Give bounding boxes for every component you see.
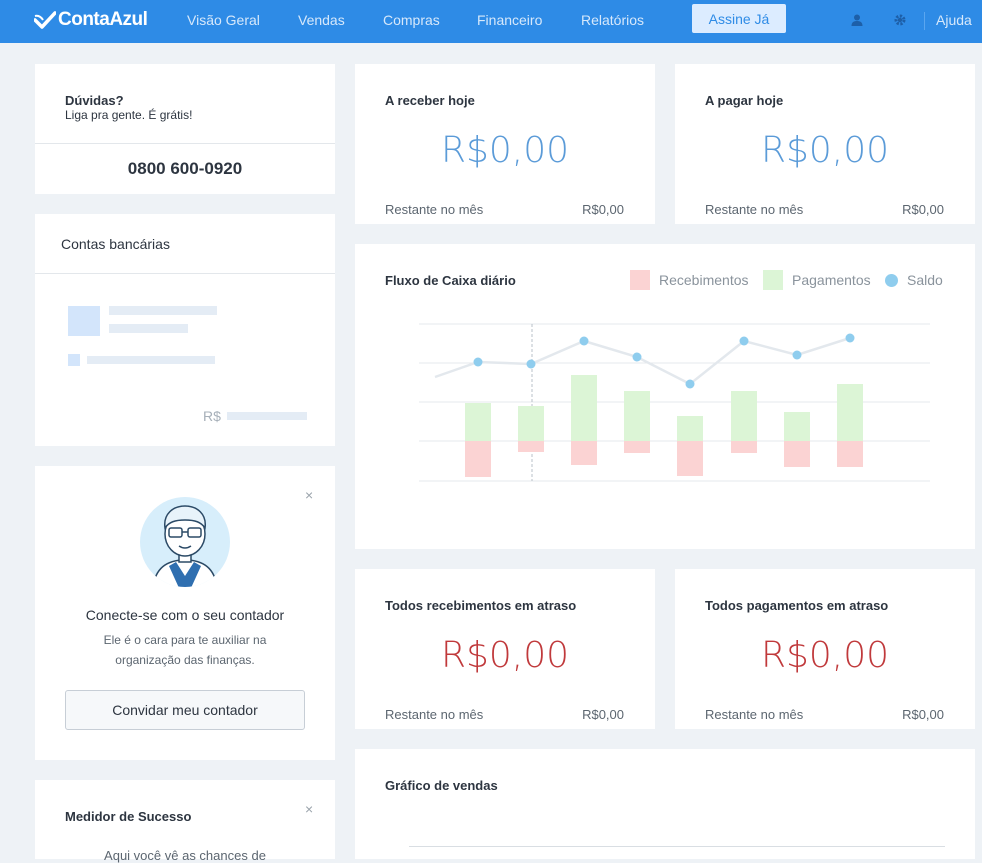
bar-payments[interactable]: [518, 406, 544, 441]
sales-chart-title: Gráfico de vendas: [385, 778, 498, 793]
bar-receipts[interactable]: [837, 441, 863, 467]
balance-point[interactable]: [739, 336, 749, 346]
receivable-overdue-amount: R$0,00: [440, 635, 570, 676]
nav-financeiro[interactable]: Financeiro: [477, 12, 542, 28]
checkmark-logo-icon: [34, 11, 56, 29]
account-placeholder-line: [109, 306, 217, 315]
account-balance-placeholder: [227, 412, 307, 420]
balance-point[interactable]: [632, 352, 642, 362]
nav-compras[interactable]: Compras: [383, 12, 440, 28]
receivable-today-footer-label: Restante no mês: [385, 202, 484, 217]
nav-visao-geral[interactable]: Visão Geral: [187, 12, 260, 28]
nav-relatorios[interactable]: Relatórios: [581, 12, 644, 28]
receivable-overdue-footer-label: Restante no mês: [385, 707, 484, 722]
subscribe-button[interactable]: Assine Já: [692, 4, 786, 33]
contaazul-logo[interactable]: ContaAzul: [34, 8, 148, 32]
bar-payments[interactable]: [624, 391, 650, 441]
receivable-today-footer-value: R$0,00: [582, 202, 624, 217]
accountant-card: × Conecte-se com o seu contador Ele é o …: [35, 466, 335, 760]
support-subtitle: Liga pra gente. É grátis!: [65, 108, 193, 122]
payable-overdue-title: Todos pagamentos em atraso: [705, 598, 889, 613]
bar-payments[interactable]: [571, 375, 597, 441]
payable-today-amount: R$0,00: [760, 130, 890, 171]
payable-overdue-footer-label: Restante no mês: [705, 707, 804, 722]
bar-receipts[interactable]: [518, 441, 544, 452]
payable-today-footer-value: R$0,00: [902, 202, 944, 217]
support-card: Dúvidas? Liga pra gente. É grátis! 0800 …: [35, 64, 335, 194]
accountant-title: Conecte-se com o seu contador: [85, 607, 285, 623]
account-placeholder-line: [87, 356, 215, 364]
accountant-avatar-icon: [140, 497, 230, 587]
payable-today-title: A pagar hoje: [705, 93, 784, 108]
receivable-today-title: A receber hoje: [385, 93, 475, 108]
sales-chart-card: Gráfico de vendas: [355, 749, 975, 859]
success-meter-text: Aqui você vê as chances de: [104, 848, 266, 863]
receivable-today-card: A receber hoje R$0,00 Restante no mês R$…: [355, 64, 655, 224]
cashflow-card: Fluxo de Caixa diário Recebimentos Pagam…: [355, 244, 975, 549]
account-placeholder-line: [109, 324, 188, 333]
close-icon[interactable]: ×: [305, 801, 313, 817]
balance-point[interactable]: [526, 359, 536, 369]
support-phone[interactable]: 0800 600-0920: [35, 159, 335, 179]
receivable-overdue-card: Todos recebimentos em atraso R$0,00 Rest…: [355, 569, 655, 729]
bar-payments[interactable]: [784, 412, 810, 441]
top-navigation-bar: ContaAzul Visão Geral Vendas Compras Fin…: [0, 0, 982, 43]
bar-receipts[interactable]: [784, 441, 810, 467]
account-placeholder-icon: [68, 306, 100, 336]
bar-receipts[interactable]: [624, 441, 650, 453]
balance-point[interactable]: [792, 350, 802, 360]
balance-point[interactable]: [845, 333, 855, 343]
bar-payments[interactable]: [677, 416, 703, 441]
balance-point[interactable]: [685, 379, 695, 389]
bar-receipts[interactable]: [571, 441, 597, 465]
bar-receipts[interactable]: [465, 441, 491, 477]
success-meter-card: × Medidor de Sucesso Aqui você vê as cha…: [35, 780, 335, 863]
payable-overdue-card: Todos pagamentos em atraso R$0,00 Restan…: [675, 569, 975, 729]
bank-accounts-divider: [35, 273, 335, 274]
close-icon[interactable]: ×: [305, 487, 313, 503]
balance-line: [434, 336, 851, 386]
payable-today-card: A pagar hoje R$0,00 Restante no mês R$0,…: [675, 64, 975, 224]
user-icon[interactable]: [850, 13, 864, 27]
gear-icon[interactable]: [893, 13, 907, 27]
payable-overdue-amount: R$0,00: [760, 635, 890, 676]
support-title: Dúvidas?: [65, 93, 124, 108]
bar-receipts[interactable]: [731, 441, 757, 453]
success-meter-title: Medidor de Sucesso: [65, 809, 192, 824]
bank-accounts-title: Contas bancárias: [61, 236, 170, 252]
receivable-today-amount: R$0,00: [440, 130, 570, 171]
nav-vendas[interactable]: Vendas: [298, 12, 345, 28]
bar-receipts[interactable]: [677, 441, 703, 476]
receivable-overdue-title: Todos recebimentos em atraso: [385, 598, 577, 613]
accountant-description-line1: Ele é o cara para te auxiliar na: [103, 633, 267, 647]
cashflow-chart: [419, 323, 930, 482]
bar-payments[interactable]: [465, 403, 491, 441]
payable-today-footer-label: Restante no mês: [705, 202, 804, 217]
balance-point[interactable]: [579, 336, 589, 346]
payable-overdue-footer-value: R$0,00: [902, 707, 944, 722]
account-placeholder-icon: [68, 354, 80, 366]
sales-chart-baseline: [409, 846, 945, 847]
brand-name: ContaAzul: [58, 9, 148, 30]
account-currency: R$: [203, 408, 221, 424]
invite-accountant-button[interactable]: Convidar meu contador: [65, 690, 305, 730]
bar-payments[interactable]: [837, 384, 863, 441]
bank-accounts-card: Contas bancárias R$: [35, 214, 335, 446]
receivable-overdue-footer-value: R$0,00: [582, 707, 624, 722]
bar-payments[interactable]: [731, 391, 757, 441]
help-link[interactable]: Ajuda: [936, 12, 972, 28]
balance-point[interactable]: [473, 357, 483, 367]
support-divider: [35, 143, 335, 144]
accountant-description-line2: organização das finanças.: [115, 653, 255, 667]
nav-separator: [924, 12, 925, 30]
